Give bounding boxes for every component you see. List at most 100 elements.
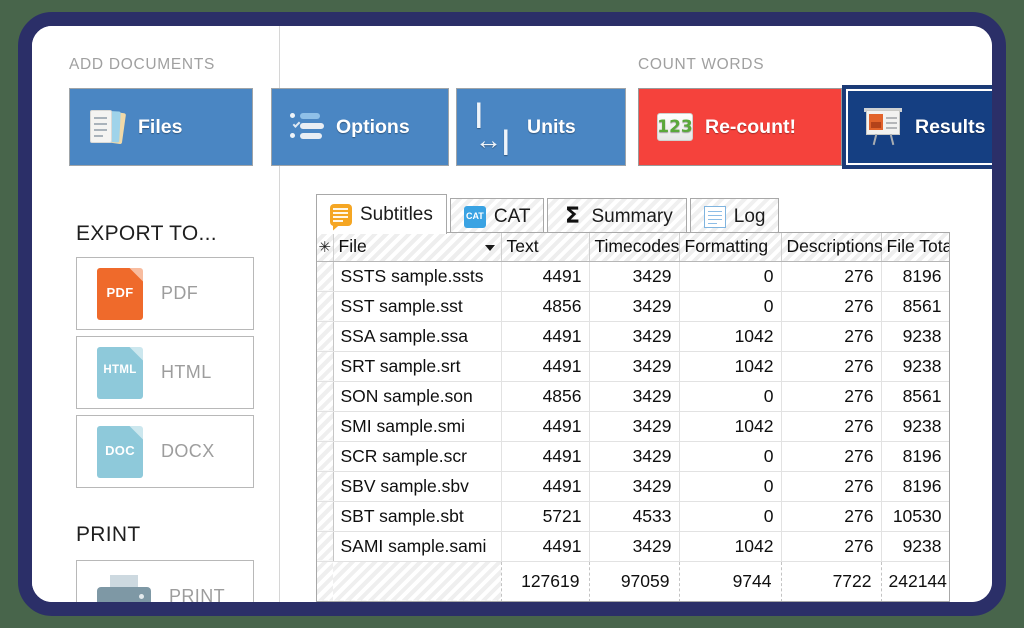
files-button[interactable]: Files: [69, 88, 253, 166]
cell-descriptions: 276: [781, 531, 882, 562]
cell-text: 4491: [501, 531, 590, 562]
export-html-button[interactable]: HTML HTML: [76, 336, 254, 409]
cell-file: SMI sample.smi: [333, 411, 502, 442]
tab-subtitles-label: Subtitles: [360, 203, 433, 225]
recount-button-label: Re-count!: [705, 115, 796, 138]
cell-text: 4856: [501, 291, 590, 322]
totals-file-total: 242144: [880, 560, 949, 601]
column-header-formatting[interactable]: Formatting: [679, 233, 782, 262]
results-button-label: Results: [915, 115, 986, 138]
column-header-text[interactable]: Text: [501, 233, 590, 262]
pdf-file-icon: PDF: [97, 267, 143, 320]
column-header-timecodes[interactable]: Timecodes: [589, 233, 680, 262]
table-row[interactable]: SAMI sample.sami 4491 3429 1042 276 9238: [317, 531, 949, 562]
table-header-row: ✳ File Text Timecodes Formatting Descrip…: [317, 233, 949, 262]
cell-timecodes: 3429: [589, 351, 680, 382]
table-row[interactable]: SRT sample.srt 4491 3429 1042 276 9238: [317, 351, 949, 382]
row-selector-header[interactable]: ✳: [317, 233, 334, 262]
units-button[interactable]: |↔| Units: [456, 88, 626, 166]
cell-file: SAMI sample.sami: [333, 531, 502, 562]
cell-file: SST sample.sst: [333, 291, 502, 322]
cell-descriptions: 276: [781, 291, 882, 322]
table-row[interactable]: SSA sample.ssa 4491 3429 1042 276 9238: [317, 321, 949, 352]
tab-log[interactable]: Log: [689, 198, 780, 234]
cell-text: 4491: [501, 441, 590, 472]
options-icon: [290, 112, 324, 142]
row-selector-cell[interactable]: [317, 351, 334, 382]
cell-text: 4491: [501, 261, 590, 292]
tab-summary[interactable]: Σ Summary: [547, 198, 687, 234]
cell-formatting: 1042: [679, 531, 782, 562]
window-content: EXPORT TO... PDF PDF HTML HTML DOC DOCX …: [32, 26, 992, 602]
cell-formatting: 0: [679, 381, 782, 412]
row-selector-cell[interactable]: [317, 321, 334, 352]
cell-file-total: 9238: [881, 351, 949, 382]
cell-file: SON sample.son: [333, 381, 502, 412]
table-row[interactable]: SST sample.sst 4856 3429 0 276 8561: [317, 291, 949, 322]
tab-cat[interactable]: CAT CAT: [449, 198, 545, 234]
cell-text: 4491: [501, 351, 590, 382]
cell-formatting: 0: [679, 261, 782, 292]
cell-timecodes: 3429: [589, 411, 680, 442]
totals-text: 127619: [500, 560, 590, 601]
cell-file-total: 8561: [881, 381, 949, 412]
column-header-file-total[interactable]: File Total: [881, 233, 949, 262]
cell-descriptions: 276: [781, 441, 882, 472]
units-icon: |↔|: [475, 98, 510, 155]
cell-text: 4491: [501, 321, 590, 352]
speech-bubble-icon: [330, 203, 352, 226]
row-selector-cell[interactable]: [317, 441, 334, 472]
results-grid[interactable]: ✳ File Text Timecodes Formatting Descrip…: [316, 232, 950, 602]
column-header-descriptions[interactable]: Descriptions: [781, 233, 883, 262]
cell-file: SBT sample.sbt: [333, 501, 502, 532]
row-selector-cell[interactable]: [317, 531, 334, 562]
chevron-down-icon[interactable]: [484, 244, 495, 251]
numbers-icon: 123: [657, 113, 693, 141]
printer-icon: [97, 574, 151, 602]
print-button[interactable]: PRINT: [76, 560, 254, 602]
recount-button[interactable]: 123 Re-count!: [638, 88, 842, 166]
group-label-add-documents: ADD DOCUMENTS: [69, 56, 216, 73]
totals-file-cell: [333, 561, 501, 601]
row-selector-cell[interactable]: [317, 411, 334, 442]
cell-timecodes: 3429: [589, 381, 680, 412]
group-label-count-words: COUNT WORDS: [638, 56, 765, 73]
cell-file-total: 9238: [881, 321, 949, 352]
options-button-label: Options: [336, 115, 410, 138]
row-selector-cell[interactable]: [317, 381, 334, 412]
options-button[interactable]: Options: [271, 88, 449, 166]
table-totals-row: 127619 97059 9744 7722 242144: [317, 560, 949, 601]
table-row[interactable]: SON sample.son 4856 3429 0 276 8561: [317, 381, 949, 412]
export-docx-button[interactable]: DOC DOCX: [76, 415, 254, 488]
table-row[interactable]: SSTS sample.ssts 4491 3429 0 276 8196: [317, 261, 949, 292]
export-pdf-button[interactable]: PDF PDF: [76, 257, 254, 330]
cell-file: SRT sample.srt: [333, 351, 502, 382]
application-window: EXPORT TO... PDF PDF HTML HTML DOC DOCX …: [18, 12, 1006, 616]
export-pdf-label: PDF: [161, 283, 199, 303]
export-heading: EXPORT TO...: [76, 222, 217, 245]
row-selector-cell[interactable]: [317, 471, 334, 502]
table-row[interactable]: SMI sample.smi 4491 3429 1042 276 9238: [317, 411, 949, 442]
table-row[interactable]: SBT sample.sbt 5721 4533 0 276 10530: [317, 501, 949, 532]
log-document-icon: [703, 205, 726, 228]
column-header-file[interactable]: File: [333, 233, 502, 262]
tab-subtitles[interactable]: Subtitles: [316, 194, 447, 234]
cell-file-total: 9238: [881, 411, 949, 442]
cell-formatting: 0: [679, 441, 782, 472]
cell-descriptions: 276: [781, 411, 882, 442]
cell-file: SBV sample.sbv: [333, 471, 502, 502]
row-selector-cell[interactable]: [317, 291, 334, 322]
table-row[interactable]: SBV sample.sbv 4491 3429 0 276 8196: [317, 471, 949, 502]
row-selector-cell[interactable]: [317, 501, 334, 532]
cell-file: SSA sample.ssa: [333, 321, 502, 352]
cell-descriptions: 276: [781, 381, 882, 412]
cell-text: 4491: [501, 471, 590, 502]
cell-timecodes: 4533: [589, 501, 680, 532]
cat-file-icon: CAT: [463, 205, 486, 228]
row-selector-cell[interactable]: [317, 261, 334, 292]
units-button-label: Units: [527, 115, 576, 138]
cell-formatting: 0: [679, 501, 782, 532]
results-button[interactable]: Results: [842, 85, 992, 169]
cell-timecodes: 3429: [589, 321, 680, 352]
table-row[interactable]: SCR sample.scr 4491 3429 0 276 8196: [317, 441, 949, 472]
